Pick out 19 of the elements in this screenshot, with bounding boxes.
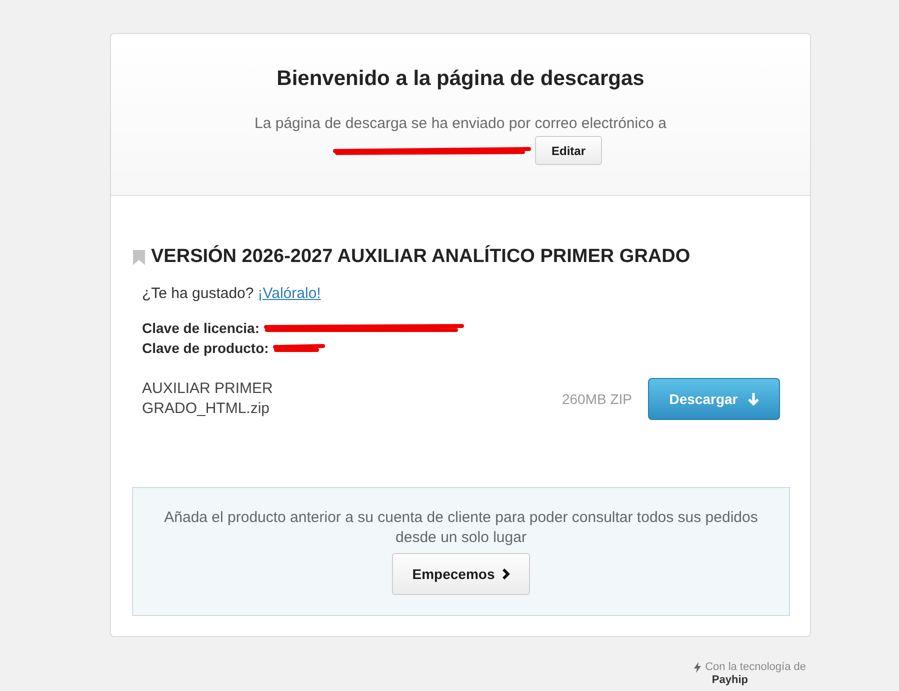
rating-prompt: ¿Te ha gustado?	[142, 284, 254, 304]
key-label: Clave de licencia:	[142, 319, 260, 338]
powered-by-text: Con la tecnología de	[705, 661, 806, 674]
rate-link[interactable]: ¡Valóralo!	[258, 282, 321, 306]
key-label: Clave de producto:	[142, 339, 269, 358]
email-notice: La página de descarga se ha enviado por correo electrónico a	[254, 114, 666, 134]
download-arrow-icon	[748, 392, 759, 406]
brand-link[interactable]: Payhip	[712, 674, 748, 687]
bookmark-icon	[133, 250, 145, 264]
start-button[interactable]: Empecemos	[392, 553, 530, 595]
file-name: AUXILIAR PRIMER GRADO_HTML.zip	[142, 379, 274, 419]
redaction-scribble	[272, 343, 325, 353]
product-title: VERSIÓN 2026-2027 AUXILIAR ANALÍTICO PRIMER GRADO	[151, 244, 690, 269]
lightning-icon	[694, 662, 702, 673]
page-title: Bienvenido a la página de descargas	[276, 66, 644, 92]
edit-button[interactable]: Editar	[535, 136, 602, 165]
file-size: 260MB ZIP	[562, 391, 632, 407]
chevron-right-icon	[502, 568, 510, 580]
callout-text: Añada el producto anterior a su cuenta de cliente para poder consultar todos sus pedidos desde un solo lugar	[163, 508, 759, 548]
